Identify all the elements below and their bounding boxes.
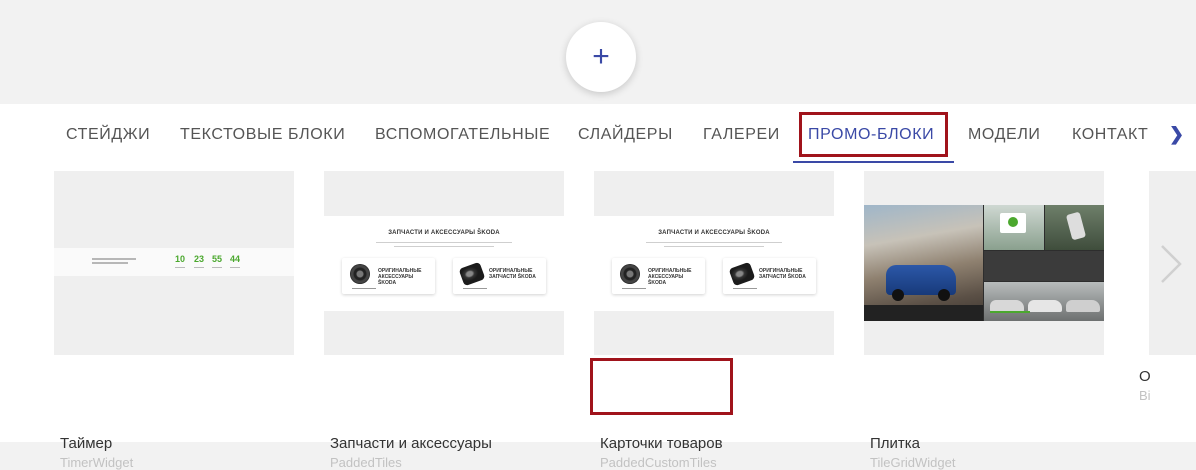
chevron-right-icon[interactable] <box>1158 244 1184 284</box>
tiles-preview: ЗАПЧАСТИ И АКСЕССУАРЫ ŠKODA ОРИГИНАЛЬНЫЕ… <box>594 216 834 311</box>
mini-tile: ОРИГИНАЛЬНЫЕ АКСЕССУАРЫ ŠKODA <box>612 258 705 294</box>
mini-tile-label: ОРИГИНАЛЬНЫЕ ЗАПЧАСТИ ŠKODA <box>759 268 806 280</box>
car-mountain-photo <box>864 205 983 321</box>
car-part-icon <box>728 261 756 287</box>
tab-stages[interactable]: СТЕЙДЖИ <box>66 126 150 144</box>
category-tabs: СТЕЙДЖИ ТЕКСТОВЫЕ БЛОКИ ВСПОМОГАТЕЛЬНЫЕ … <box>0 104 1196 164</box>
tab-text-blocks[interactable]: ТЕКСТОВЫЕ БЛОКИ <box>180 126 345 144</box>
mini-tile-link <box>463 288 487 289</box>
timer-value: 23 <box>193 254 204 264</box>
active-tab-underline <box>793 161 954 163</box>
text-line <box>646 242 782 243</box>
tab-contact[interactable]: КОНТАКТ <box>1072 126 1148 144</box>
card-title: О <box>1139 368 1151 385</box>
card-subtitle: TileGridWidget <box>870 455 956 470</box>
mini-tile-link <box>622 288 646 289</box>
tiles-preview: ЗАПЧАСТИ И АКСЕССУАРЫ ŠKODA ОРИГИНАЛЬНЫЕ… <box>324 216 564 311</box>
mini-tile-link <box>352 288 376 289</box>
cars-lineup-photo <box>984 282 1104 321</box>
timer-value: 44 <box>229 254 240 264</box>
tab-galleries[interactable]: ГАЛЕРЕИ <box>703 126 780 144</box>
timer-label-line <box>92 262 128 264</box>
mini-tile-link <box>733 288 757 289</box>
tab-models[interactable]: МОДЕЛИ <box>968 126 1041 144</box>
wheel-icon <box>620 264 640 284</box>
text-line <box>376 242 512 243</box>
wheel-icon <box>350 264 370 284</box>
highlight-box-tab <box>799 112 948 157</box>
timer-value: 55 <box>211 254 222 264</box>
preview-heading: ЗАПЧАСТИ И АКСЕССУАРЫ ŠKODA <box>658 230 770 236</box>
card-title: Запчасти и аксессуары <box>330 435 492 452</box>
timer-value: 10 <box>174 254 185 264</box>
mini-tile-label: ОРИГИНАЛЬНЫЕ ЗАПЧАСТИ ŠKODA <box>489 268 536 280</box>
card-subtitle: Bi <box>1139 388 1151 403</box>
mini-tile: ОРИГИНАЛЬНЫЕ ЗАПЧАСТИ ŠKODA <box>723 258 816 294</box>
timer-caption <box>175 267 185 268</box>
card-subtitle: TimerWidget <box>60 455 134 470</box>
card-title: Плитка <box>870 435 921 452</box>
preview-heading: ЗАПЧАСТИ И АКСЕССУАРЫ ŠKODA <box>388 230 500 236</box>
text-line <box>664 246 764 247</box>
timer-caption <box>212 267 222 268</box>
timer-label-line <box>92 258 136 260</box>
timer-caption <box>230 267 240 268</box>
mini-tile-label: ОРИГИНАЛЬНЫЕ АКСЕССУАРЫ ŠKODA <box>648 268 692 286</box>
tab-sliders[interactable]: СЛАЙДЕРЫ <box>578 126 673 144</box>
card-thumbnail <box>864 171 1104 355</box>
add-block-button[interactable]: + <box>566 22 636 92</box>
chevron-right-icon[interactable]: ❯ <box>1169 124 1184 145</box>
card-thumbnail: 10 23 55 44 <box>54 171 294 355</box>
highlight-box-card <box>590 358 733 415</box>
card-title: Таймер <box>60 435 113 452</box>
timer-preview: 10 23 55 44 <box>54 248 294 276</box>
banner-photo <box>984 251 1104 281</box>
card-subtitle: PaddedTiles <box>330 455 402 470</box>
mini-tile-label: ОРИГИНАЛЬНЫЕ АКСЕССУАРЫ ŠKODA <box>378 268 422 286</box>
card-thumbnail: ЗАПЧАСТИ И АКСЕССУАРЫ ŠKODA ОРИГИНАЛЬНЫЕ… <box>324 171 564 355</box>
mini-tile: ОРИГИНАЛЬНЫЕ ЗАПЧАСТИ ŠKODA <box>453 258 546 294</box>
car-part-icon <box>458 261 486 287</box>
text-line <box>394 246 494 247</box>
dealer-photo <box>984 205 1044 250</box>
phone-photo <box>1045 205 1104 250</box>
card-thumbnail: ЗАПЧАСТИ И АКСЕССУАРЫ ŠKODA ОРИГИНАЛЬНЫЕ… <box>594 171 834 355</box>
card-title: Карточки товаров <box>600 435 723 452</box>
tab-auxiliary[interactable]: ВСПОМОГАТЕЛЬНЫЕ <box>375 126 550 144</box>
plus-icon: + <box>592 40 610 73</box>
mini-tile: ОРИГИНАЛЬНЫЕ АКСЕССУАРЫ ŠKODA <box>342 258 435 294</box>
timer-caption <box>194 267 204 268</box>
card-subtitle: PaddedCustomTiles <box>600 455 717 470</box>
block-picker-panel: СТЕЙДЖИ ТЕКСТОВЫЕ БЛОКИ ВСПОМОГАТЕЛЬНЫЕ … <box>0 104 1196 470</box>
